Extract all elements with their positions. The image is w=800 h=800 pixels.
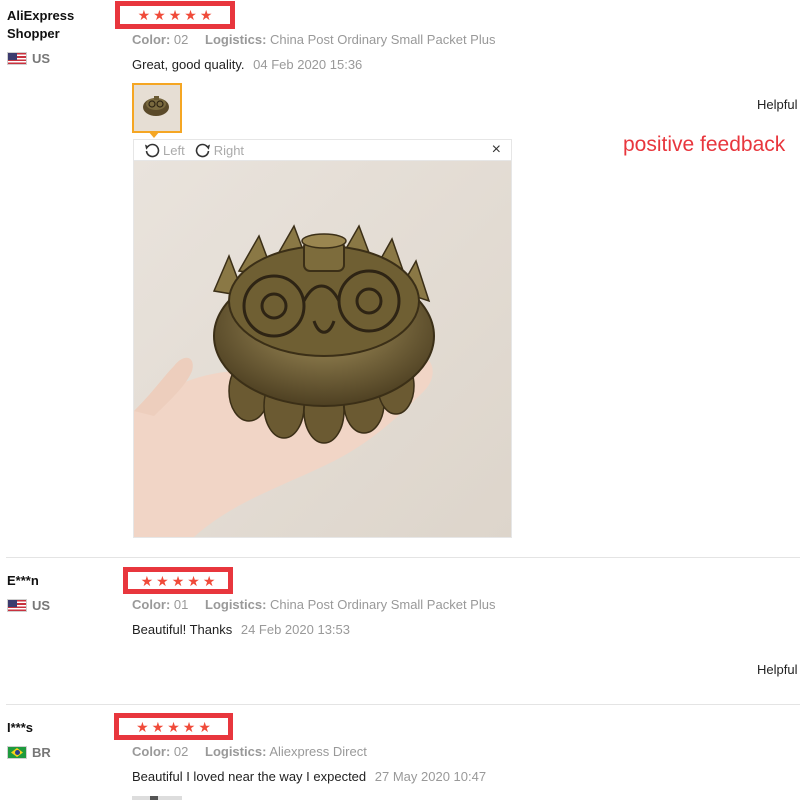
review-photo-thumbnail[interactable] [132,83,182,133]
country-code: BR [32,745,51,760]
helpful-button[interactable]: Helpful [757,662,797,677]
reviewer-name: I***s [7,720,34,735]
star-icon: ★ [153,7,166,23]
review-photo-thumbnail[interactable] [132,796,182,800]
color-label: Color: [132,32,171,47]
reviewer-country: US [7,598,50,613]
star-icon: ★ [182,718,196,735]
br-flag-icon [7,746,27,759]
star-icon: ★ [198,718,211,735]
color-label: Color: [132,744,171,759]
review-divider [6,557,800,558]
color-label: Color: [132,597,171,612]
reviewer-country: BR [7,745,51,760]
rotate-left-button[interactable]: Left [144,142,185,158]
country-code: US [32,51,51,66]
color-value: 01 [173,597,189,612]
star-icon: ★ [202,572,216,589]
review-date: 27 May 2020 10:47 [374,769,487,784]
reviewer-name: AliExpress Shopper [7,8,75,41]
reviewer-name: E***n [7,573,39,588]
star-icon: ★ [137,7,151,23]
reviewer-country: US [7,51,50,66]
incense-burner-photo [134,161,511,537]
star-rating: ★ ★ ★ ★ ★ [123,567,233,594]
color-value: 02 [173,32,189,47]
logistics-value: China Post Ordinary Small Packet Plus [270,597,496,612]
color-value: 02 [173,744,189,759]
star-icon: ★ [156,572,169,589]
review-divider [6,704,800,705]
review-photo-enlarged [133,160,512,538]
rotate-right-button[interactable]: Right [195,142,244,158]
positive-feedback-annotation: positive feedback [623,133,786,156]
star-icon: ★ [171,572,185,589]
country-code: US [32,598,51,613]
order-info: Color: 01 Logistics: China Post Ordinary… [132,597,495,612]
star-icon: ★ [167,718,180,735]
star-icon: ★ [199,7,213,23]
review-comment: Beautiful! Thanks 24 Feb 2020 13:53 [132,622,350,637]
comment-text: Great, good quality. [132,57,245,72]
star-rating: ★ ★ ★ ★ ★ [114,713,233,740]
rotate-right-label: Right [213,142,245,158]
incense-burner-thumbnail-image [134,85,180,131]
rotate-left-label: Left [163,142,185,158]
star-icon: ★ [184,7,197,23]
star-icon: ★ [136,718,149,735]
review-comment: Beautiful I loved near the way I expecte… [132,769,486,784]
logistics-label: Logistics: [205,597,267,612]
order-info: Color: 02 Logistics: Aliexpress Direct [132,744,367,759]
logistics-value: China Post Ordinary Small Packet Plus [270,32,496,47]
helpful-button[interactable]: Helpful [757,97,797,112]
star-icon: ★ [168,7,182,23]
thumbnail-pointer [148,131,160,138]
comment-text: Beautiful I loved near the way I expecte… [132,769,367,784]
star-icon: ★ [187,572,200,589]
star-rating: ★ ★ ★ ★ ★ [115,1,235,29]
image-viewer-toolbar: Left Right × [133,139,512,160]
close-viewer-button[interactable]: × [492,141,501,159]
review-comment: Great, good quality. 04 Feb 2020 15:36 [132,57,362,72]
logistics-label: Logistics: [205,32,267,47]
comment-text: Beautiful! Thanks [132,622,233,637]
logistics-value: Aliexpress Direct [269,744,367,759]
review-date: 04 Feb 2020 15:36 [253,57,363,72]
rotate-left-icon [145,143,160,158]
order-info: Color: 02 Logistics: China Post Ordinary… [132,32,495,47]
star-icon: ★ [151,718,165,735]
logistics-label: Logistics: [205,744,267,759]
us-flag-icon [7,599,27,612]
star-icon: ★ [140,572,154,589]
review-date: 24 Feb 2020 13:53 [240,622,350,637]
us-flag-icon [7,52,27,65]
rotate-right-icon [195,143,210,158]
